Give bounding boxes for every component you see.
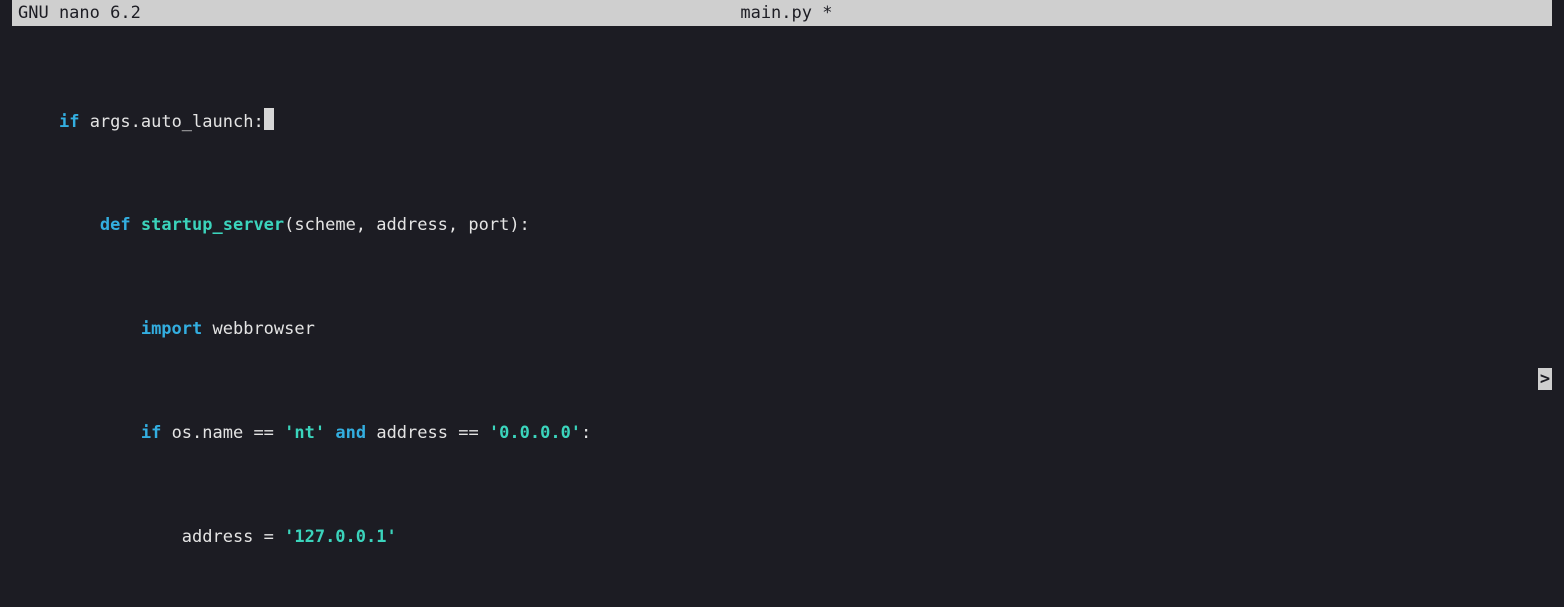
code-line: def startup_server(scheme, address, port… — [18, 212, 1564, 238]
nano-file-name: main.py * — [141, 0, 1432, 26]
titlebar-spacer — [1432, 0, 1552, 26]
code-line: if args.auto_launch: — [18, 108, 1564, 134]
nano-editor-area[interactable]: if args.auto_launch: def startup_server(… — [0, 26, 1564, 607]
nano-titlebar: GNU nano 6.2 main.py * — [12, 0, 1552, 26]
line-truncated-indicator: > — [1538, 368, 1552, 390]
code-line: if os.name == 'nt' and address == '0.0.0… — [18, 420, 1564, 446]
text-cursor — [264, 108, 274, 130]
terminal-window: GNU nano 6.2 main.py * if args.auto_laun… — [0, 0, 1564, 607]
nano-app-name: GNU nano 6.2 — [12, 0, 141, 26]
code-line: address = '127.0.0.1' — [18, 524, 1564, 550]
code-line: import webbrowser — [18, 316, 1564, 342]
